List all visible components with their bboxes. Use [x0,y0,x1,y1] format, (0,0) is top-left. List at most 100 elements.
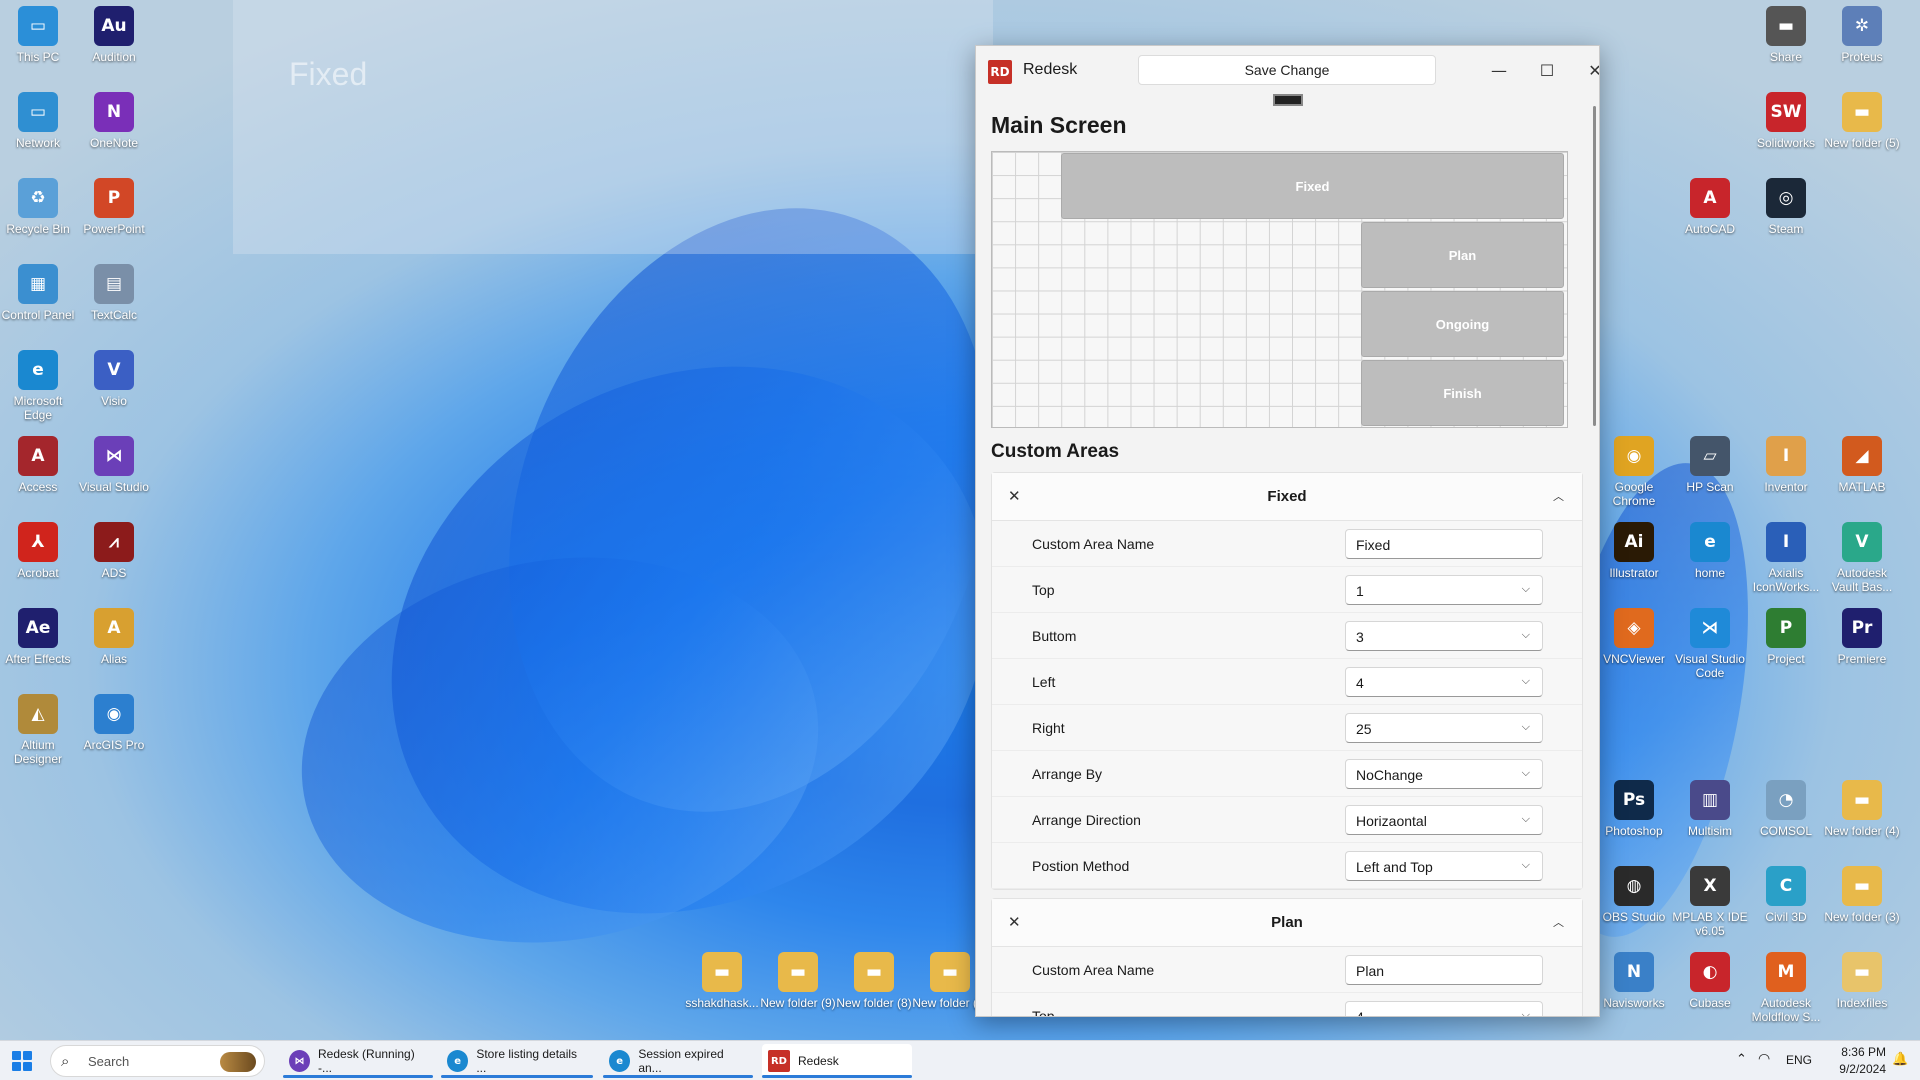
desktop-icon[interactable]: I Axialis IconWorks... [1748,522,1824,594]
property-dropdown[interactable]: 25 ⌵ [1345,713,1543,743]
property-dropdown[interactable]: Horizaontal ⌵ [1345,805,1543,835]
desktop-icon[interactable]: ▬ Indexfiles [1824,952,1900,1010]
desktop-icon[interactable]: P Project [1748,608,1824,666]
wifi-icon[interactable]: ◠ [1758,1050,1770,1067]
desktop-icon[interactable]: SW Solidworks [1748,92,1824,150]
desktop-icon[interactable]: N Navisworks [1596,952,1672,1010]
taskbar-app-button[interactable]: RD Redesk [762,1044,912,1078]
desktop-icon-label: Premiere [1837,652,1887,666]
minimize-icon[interactable]: — [1479,56,1519,84]
taskbar-app-button[interactable]: e Session expired an... [603,1044,753,1078]
taskbar-app-button[interactable]: ⋈ Redesk (Running) -... [283,1044,433,1078]
desktop-icon[interactable]: Ai Illustrator [1596,522,1672,580]
desktop-icon[interactable]: ◉ Google Chrome [1596,436,1672,508]
app-icon: V [1842,522,1882,562]
chevron-up-icon[interactable]: ︿ [1553,914,1564,930]
title-bar[interactable]: RD Redesk Save Change — ☐ ✕ [976,46,1599,96]
start-button[interactable] [12,1051,32,1071]
desktop-icon[interactable]: ◎ Steam [1748,178,1824,236]
desktop-icon[interactable]: ✲ Proteus [1824,6,1900,64]
property-dropdown[interactable]: NoChange ⌵ [1345,759,1543,789]
desktop-icon[interactable]: ▬ New folder (3) [1824,866,1900,924]
field-value: Left and Top [1356,859,1433,875]
property-dropdown[interactable]: 4 ⌵ [1345,1001,1543,1016]
desktop-icon-label: Control Panel [1,308,75,322]
desktop-icon[interactable]: ▬ New folder (4) [1824,780,1900,838]
section-header[interactable]: ✕ Plan ︿ [992,899,1582,947]
desktop-icon[interactable]: N OneNote [76,92,152,150]
app-icon: ◎ [1766,178,1806,218]
clock-date[interactable]: 9/2/2024 [1822,1062,1886,1076]
desktop-icon-label: Alias [100,652,127,666]
desktop-icon[interactable]: P PowerPoint [76,178,152,236]
chevron-up-icon[interactable]: ︿ [1553,488,1564,504]
area-name-input[interactable]: Fixed [1345,529,1543,559]
desktop-icon[interactable]: ◍ OBS Studio [1596,866,1672,924]
notification-bell-icon[interactable]: 🔔 [1892,1051,1908,1067]
desktop-icon[interactable]: ⩘ ADS [76,522,152,580]
desktop-icon[interactable]: A AutoCAD [1672,178,1748,236]
desktop-icon[interactable]: ◔ COMSOL [1748,780,1824,838]
desktop-icon[interactable]: ▦ Control Panel [0,264,76,322]
desktop-icon[interactable]: ♻ Recycle Bin [0,178,76,236]
desktop-icon[interactable]: V Autodesk Vault Bas... [1824,522,1900,594]
area-name-input[interactable]: Plan [1345,955,1543,985]
desktop-icon[interactable]: Ae After Effects [0,608,76,666]
desktop-icon[interactable]: Pr Premiere [1824,608,1900,666]
desktop-icon[interactable]: ▬ Share [1748,6,1824,64]
section-header[interactable]: ✕ Fixed ︿ [992,473,1582,521]
desktop-icon[interactable]: ⅄ Acrobat [0,522,76,580]
desktop-icon[interactable]: ◉ ArcGIS Pro [76,694,152,752]
property-dropdown[interactable]: Left and Top ⌵ [1345,851,1543,881]
desktop-icon[interactable]: ⋊ Visual Studio Code [1672,608,1748,680]
clock-time[interactable]: 8:36 PM [1836,1045,1886,1059]
desktop-icon[interactable]: ▬ New folder (5) [1824,92,1900,150]
desktop-icon[interactable]: ▬ New folder (8) [836,952,912,1010]
desktop-icon[interactable]: X MPLAB X IDE v6.05 [1672,866,1748,938]
desktop-icon[interactable]: ▱ HP Scan [1672,436,1748,494]
property-dropdown[interactable]: 4 ⌵ [1345,667,1543,697]
grid-area-finish[interactable]: Finish [1361,360,1564,426]
screen-grid[interactable]: Fixed Plan Ongoing Finish [991,151,1568,428]
desktop-icon[interactable]: ◭ Altium Designer [0,694,76,766]
property-dropdown[interactable]: 1 ⌵ [1345,575,1543,605]
taskbar-search[interactable]: ⌕ Search [50,1045,265,1077]
desktop-icon[interactable]: Ps Photoshop [1596,780,1672,838]
desktop-icon[interactable]: V Visio [76,350,152,408]
desktop-icon[interactable]: ▭ Network [0,92,76,150]
property-dropdown[interactable]: 3 ⌵ [1345,621,1543,651]
desktop-icon[interactable]: ▬ sshakdhask... [684,952,760,1010]
language-indicator[interactable]: ENG [1786,1053,1812,1067]
field-value: Plan [1356,963,1385,979]
maximize-icon[interactable]: ☐ [1527,56,1567,84]
desktop-icon[interactable]: e home [1672,522,1748,580]
desktop-icon[interactable]: ◢ MATLAB [1824,436,1900,494]
taskbar-app-label: Store listing details ... [476,1047,578,1075]
field-value: 25 [1356,721,1372,737]
desktop-icon[interactable]: ⋈ Visual Studio [76,436,152,494]
taskbar-app-button[interactable]: e Store listing details ... [441,1044,593,1078]
desktop-icon[interactable]: Au Audition [76,6,152,64]
grid-area-plan[interactable]: Plan [1361,222,1564,288]
app-icon: ◍ [1614,866,1654,906]
scrollbar[interactable] [1593,106,1596,426]
desktop-icon[interactable]: ▥ Multisim [1672,780,1748,838]
desktop-icon[interactable]: ▤ TextCalc [76,264,152,322]
desktop-icon[interactable]: I Inventor [1748,436,1824,494]
grid-area-fixed[interactable]: Fixed [1061,153,1564,219]
desktop-icon[interactable]: C Civil 3D [1748,866,1824,924]
grid-area-ongoing[interactable]: Ongoing [1361,291,1564,357]
close-icon[interactable]: ✕ [1575,56,1599,84]
desktop-icon[interactable]: A Alias [76,608,152,666]
desktop-icon[interactable]: e Microsoft Edge [0,350,76,422]
desktop-icon[interactable]: ◐ Cubase [1672,952,1748,1010]
desktop-icon[interactable]: ▬ New folder (9) [760,952,836,1010]
desktop-icon[interactable]: M Autodesk Moldflow S... [1748,952,1824,1024]
tray-overflow-icon[interactable]: ⌃ [1736,1051,1747,1067]
property-label: Arrange Direction [1032,812,1141,828]
desktop-icon[interactable]: A Access [0,436,76,494]
search-placeholder: Search [88,1054,130,1069]
desktop-icon[interactable]: ▭ This PC [0,6,76,64]
desktop-icon[interactable]: ◈ VNCViewer [1596,608,1672,666]
save-change-button[interactable]: Save Change [1138,55,1436,85]
